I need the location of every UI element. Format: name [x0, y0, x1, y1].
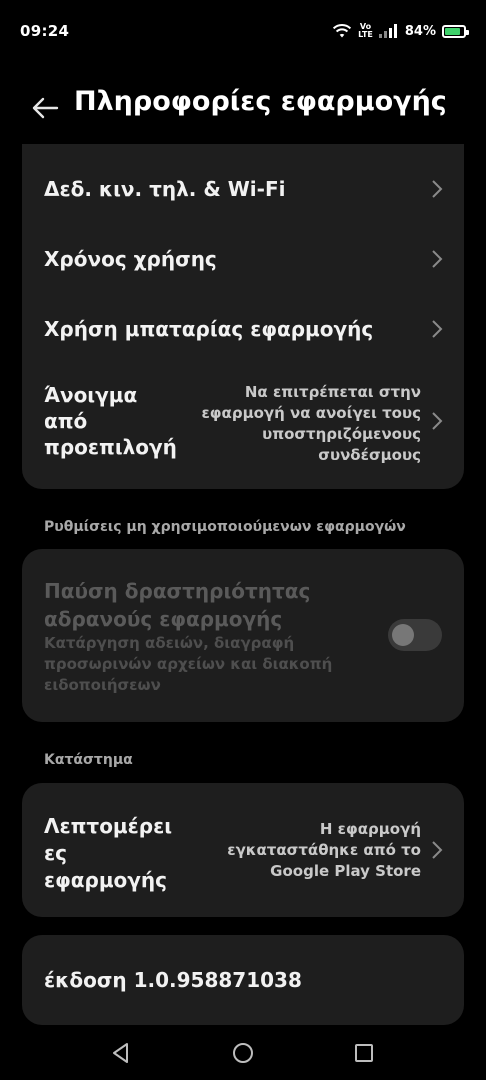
wifi-icon	[333, 24, 352, 38]
navigation-bar	[0, 1025, 486, 1080]
pause-inactive-title: Παύση δραστηριότητας αδρανούς εφαρμογής	[44, 579, 311, 631]
open-by-default-item[interactable]: Άνοιγμα από προεπιλογή Να επιτρέπεται στ…	[22, 370, 464, 470]
toggle-knob	[392, 624, 414, 646]
version-text: έκδοση 1.0.958871038	[44, 968, 302, 992]
app-details-label: Λεπτομέρει ες εφαρμογής	[44, 814, 173, 892]
open-by-default-label: Άνοιγμα από προεπιλογή	[44, 383, 177, 459]
battery-usage-item[interactable]: Χρήση μπαταρίας εφαρμογής	[22, 296, 464, 362]
battery-usage-label: Χρήση μπαταρίας εφαρμογής	[44, 317, 374, 341]
page-title: Πληροφορίες εφαρμογής	[74, 86, 447, 117]
mobile-data-wifi-item[interactable]: Δεδ. κιν. τηλ. & Wi-Fi	[22, 156, 464, 222]
app-info-card: Δεδ. κιν. τηλ. & Wi-Fi Χρόνος χρήσης Χρή…	[22, 144, 464, 489]
mobile-data-wifi-label: Δεδ. κιν. τηλ. & Wi-Fi	[44, 177, 286, 201]
chevron-right-icon	[432, 180, 443, 198]
store-card: Λεπτομέρει ες εφαρμογής Η εφαρμογή εγκατ…	[22, 783, 464, 917]
screen-time-label: Χρόνος χρήσης	[44, 247, 217, 271]
status-icons: Vo LTE 84%	[332, 22, 469, 39]
store-section-header: Κατάστημα	[44, 752, 133, 768]
signal-icon	[378, 24, 397, 38]
chevron-right-icon	[432, 320, 443, 338]
chevron-right-icon	[432, 841, 443, 859]
version-card: έκδοση 1.0.958871038	[22, 935, 464, 1025]
battery-percent: 84%	[404, 23, 436, 39]
pause-inactive-subtitle: Κατάργηση αδειών, διαγραφή προσωρινών αρ…	[44, 634, 333, 694]
circle-home-icon[interactable]	[229, 1039, 257, 1067]
pause-inactive-card: Παύση δραστηριότητας αδρανούς εφαρμογής …	[22, 549, 464, 722]
chevron-right-icon	[432, 412, 443, 430]
app-header: Πληροφορίες εφαρμογής	[0, 78, 486, 134]
triangle-back-icon[interactable]	[107, 1039, 135, 1067]
square-recents-icon[interactable]	[350, 1039, 378, 1067]
battery-icon	[442, 24, 469, 38]
status-bar: 09:24 Vo LTE 84%	[0, 0, 486, 62]
app-details-item[interactable]: Λεπτομέρει ες εφαρμογής Η εφαρμογή εγκατ…	[22, 783, 464, 917]
back-button[interactable]	[30, 94, 60, 122]
screen-time-item[interactable]: Χρόνος χρήσης	[22, 226, 464, 292]
unused-apps-section-header: Ρυθμίσεις μη χρησιμοποιούμενων εφαρμογών	[44, 519, 406, 535]
open-by-default-value: Να επιτρέπεται στην εφαρμογή να ανοίγει …	[201, 383, 421, 464]
battery-fill	[445, 27, 461, 35]
app-details-value: Η εφαρμογή εγκαταστάθηκε από το Google P…	[227, 820, 421, 880]
chevron-right-icon	[432, 250, 443, 268]
arrow-left-icon	[32, 97, 59, 119]
pause-inactive-toggle[interactable]	[388, 619, 442, 651]
volte-icon: Vo LTE	[358, 22, 373, 39]
status-time: 09:24	[20, 22, 70, 40]
